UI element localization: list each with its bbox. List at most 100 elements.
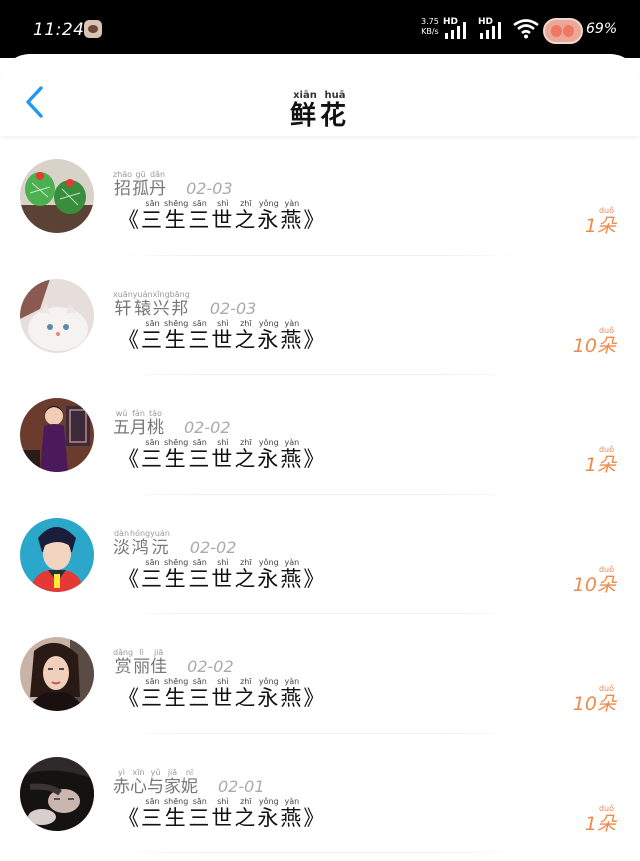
gift-count-number: 10 (572, 573, 597, 596)
gift-name-glyph: 永 (257, 805, 281, 830)
gift-name-pinyin: zhī (234, 199, 258, 208)
gift-name-glyph: 《 (118, 686, 141, 710)
sender-name-glyph: 邦 (169, 298, 190, 319)
sender-avatar[interactable] (20, 159, 94, 233)
gift-name-char: 三sān (188, 558, 211, 591)
gift-name-char: 生shēng (164, 558, 188, 591)
sender-avatar[interactable] (20, 398, 94, 472)
gift-count-unit: 朵duǒ (597, 326, 616, 358)
sender-name-glyph: 丽 (133, 657, 151, 677)
page-title-text-pinyin: huā (320, 90, 350, 101)
sender-name[interactable]: 轩xuān辕yuán兴xīng邦bāng (113, 290, 190, 319)
sender-name-pinyin: yuán (132, 289, 153, 299)
sender-meta: 赏dǎng丽lì佳jiā 02-02 (113, 648, 234, 677)
gift-name-pinyin: shì (211, 438, 235, 447)
gift-name-char: 永yǒng (257, 797, 281, 830)
gift-name-char: 三sān (141, 319, 164, 352)
gift-name-glyph: 生 (164, 208, 189, 232)
gift-count-unit-char: 朵duǒ (597, 565, 616, 596)
gift-name-glyph: 三 (188, 805, 212, 830)
sender-name-char: 心xīn (130, 768, 147, 797)
sender-name[interactable]: 五wǔ月fán桃táo (113, 409, 164, 438)
gift-name-glyph: 《 (118, 208, 141, 232)
sender-name-pinyin: hóng (130, 528, 151, 538)
gift-name-char: 生shēng (164, 199, 189, 232)
sender-name-char: 轩xuān (113, 290, 133, 319)
sender-name[interactable]: 淡dàn鸿hóng沅yuán (113, 529, 170, 558)
gift-name-glyph: 三 (188, 686, 212, 710)
gift-name-glyph: 《 (118, 327, 141, 352)
sender-avatar[interactable] (20, 517, 94, 592)
sender-name-glyph: 鸿 (130, 537, 151, 558)
sender-name-pinyin: xīng (152, 289, 170, 299)
gift-record-item[interactable]: 招zhāo孤gū丹dān 02-03 《三sān生shēng三sān世shì之zhī… (0, 136, 640, 256)
gift-name-pinyin: sān (188, 199, 212, 208)
gift-count-number: 10 (572, 693, 597, 715)
sender-name-glyph: 与 (147, 776, 164, 797)
gift-name-glyph: 世 (211, 208, 235, 232)
sender-avatar[interactable] (20, 637, 94, 711)
sender-name-glyph: 沅 (150, 537, 170, 558)
sender-name[interactable]: 招zhāo孤gū丹dān (113, 170, 166, 199)
gift-name: 《三sān生shēng三sān世shì之zhī永yǒng燕yàn》 (118, 438, 326, 473)
sender-name-glyph: 五 (113, 418, 130, 438)
gift-record-item[interactable]: 淡dàn鸿hóng沅yuán 02-02 《三sān生shēng三sān世shì之z… (0, 495, 640, 614)
gift-name-pinyin: zhī (234, 557, 258, 567)
gift-name-glyph: 三 (188, 208, 212, 232)
gift-name-pinyin: sān (141, 199, 164, 208)
gift-name-glyph: 燕 (280, 805, 304, 830)
gift-name-pinyin: yàn (280, 318, 304, 328)
gift-name-pinyin: yǒng (257, 199, 281, 208)
gift-name-pinyin: yàn (280, 677, 304, 686)
sender-name-pinyin: táo (147, 409, 164, 418)
sender-name-pinyin: dǎng (113, 648, 134, 657)
gift-record-item[interactable]: 赤yì心xīn与yǔ家jiā妮nī 02-01 《三sān生shēng三sān世sh… (0, 734, 640, 853)
gift-name-char: 三sān (188, 199, 212, 232)
sender-name-pinyin: xuān (113, 289, 133, 299)
sender-avatar[interactable] (20, 278, 94, 353)
gift-name-char: 世shì (211, 797, 234, 830)
gift-name-pinyin: yàn (280, 557, 304, 567)
page-title-text-glyph: 鲜 (289, 101, 320, 131)
sender-name-glyph: 孤 (132, 179, 150, 199)
network-speed-unit: KB/s (421, 27, 439, 36)
sender-name-glyph: 丹 (149, 179, 167, 199)
sender-meta: 五wǔ月fán桃táo 02-02 (113, 409, 231, 438)
gift-name-pinyin: shēng (164, 677, 189, 686)
sender-name-char: 丽lì (133, 648, 151, 677)
sender-meta: 淡dàn鸿hóng沅yuán 02-02 (113, 529, 236, 558)
gift-name-char: 三sān (188, 319, 211, 352)
list-divider (120, 852, 520, 853)
sender-name-char: 兴xīng (153, 290, 170, 319)
page-title-text-char: 花huā (320, 90, 350, 131)
page-title: 鲜xiān花huā (0, 90, 640, 132)
gift-name-glyph: 《 (118, 566, 141, 591)
gift-count-unit: 朵duǒ (597, 206, 616, 238)
gift-name-pinyin: sān (188, 557, 212, 567)
gift-name-glyph: 世 (211, 566, 235, 591)
gift-name-char: 三sān (188, 797, 212, 830)
gift-record-item[interactable]: 五wǔ月fán桃táo 02-02 《三sān生shēng三sān世shì之zhī永… (0, 375, 640, 495)
gift-count: 1朵duǒ (585, 445, 616, 477)
gift-name-glyph: 之 (234, 447, 258, 471)
sender-name-pinyin: zhāo (113, 170, 133, 179)
gift-name-char: 》 (303, 208, 326, 232)
sender-name[interactable]: 赏dǎng丽lì佳jiā (113, 648, 167, 677)
gift-name-char: 之zhī (234, 438, 258, 471)
gift-record-item[interactable]: 轩xuān辕yuán兴xīng邦bāng 02-03 《三sān生shēng三sān… (0, 256, 640, 375)
sender-name-char: 招zhāo (113, 170, 132, 199)
gift-count-unit-pinyin: duǒ (596, 684, 616, 693)
gift-name-char: 》 (303, 328, 326, 352)
gift-record-list: 招zhāo孤gū丹dān 02-03 《三sān生shēng三sān世shì之zhī… (0, 136, 640, 853)
sender-name-glyph: 淡 (113, 537, 130, 558)
gift-name: 《三sān生shēng三sān世shì之zhī永yǒng燕yàn》 (118, 797, 326, 832)
gift-name-glyph: 永 (257, 566, 281, 591)
sender-avatar[interactable] (20, 756, 94, 831)
gift-name-char: 《 (118, 567, 141, 591)
gift-record-item[interactable]: 赏dǎng丽lì佳jiā 02-02 《三sān生shēng三sān世shì之zhī… (0, 614, 640, 734)
status-bar: 11:24 3.75 KB/s HD HD 69% (0, 0, 640, 58)
gift-name-char: 生shēng (164, 677, 188, 710)
gift-name-char: 三sān (141, 199, 164, 232)
sender-name[interactable]: 赤yì心xīn与yǔ家jiā妮nī (113, 768, 198, 797)
gift-name-char: 世shì (211, 319, 234, 352)
